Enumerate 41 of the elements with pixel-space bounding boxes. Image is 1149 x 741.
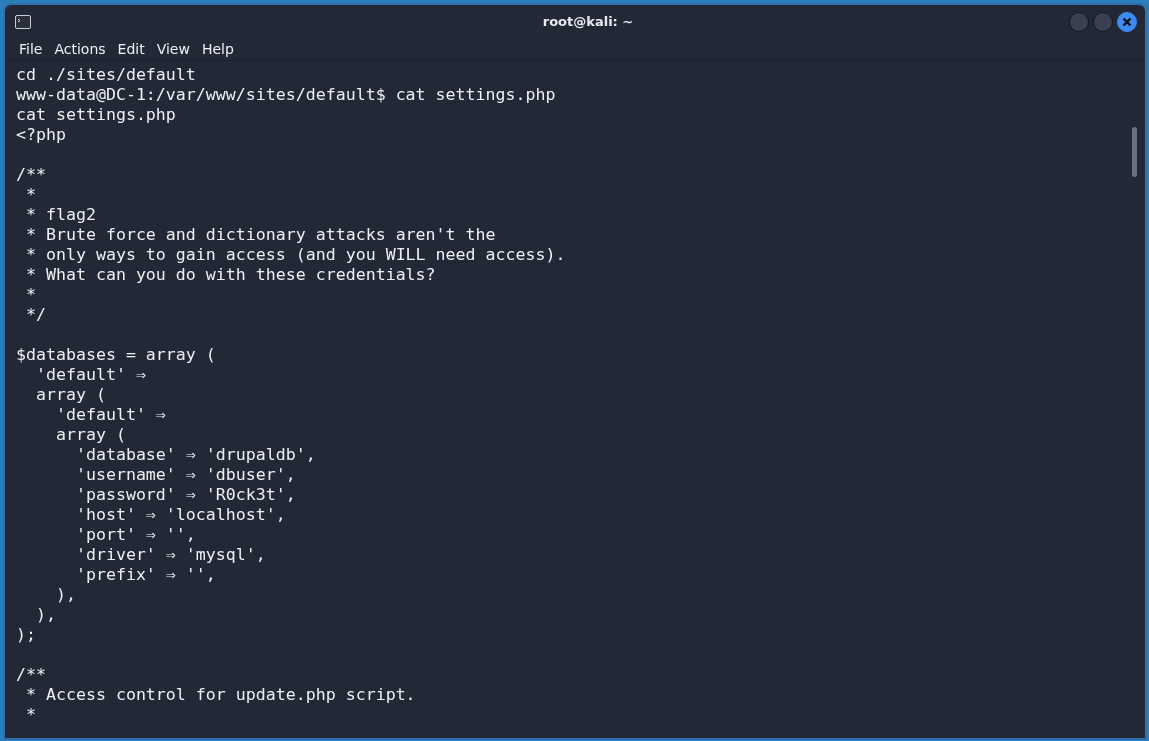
terminal-line: 'default' ⇒ (34, 365, 147, 385)
terminal-line: <?php (16, 125, 67, 145)
menu-item[interactable]: View (150, 39, 196, 60)
window-title: root@kali: ~ (541, 13, 635, 32)
menu-item[interactable]: Help (195, 39, 240, 60)
close-icon (1122, 17, 1132, 27)
terminal-line: * (25, 285, 37, 305)
terminal-line: * (25, 705, 37, 725)
terminal-line: * Access control for update.php script. (25, 685, 417, 705)
terminal-line: /** (16, 165, 47, 185)
terminal-line: 'driver' ⇒ 'mysql', (74, 545, 267, 565)
terminal-line: * What can you do with these credentials? (25, 265, 437, 285)
terminal-line: * (25, 185, 37, 205)
terminal-line: 'password' ⇒ 'R0ck3t', (74, 485, 297, 505)
terminal-line: 'prefix' ⇒ '', (74, 565, 217, 585)
terminal-icon (15, 15, 31, 29)
terminal-line: */ (25, 305, 47, 325)
terminal-line: 'default' ⇒ (54, 405, 167, 425)
terminal-line: /** (16, 665, 47, 685)
terminal-line: 'port' ⇒ '', (74, 525, 197, 545)
terminal-line: array ( (34, 385, 107, 405)
terminal-line: * only ways to gain access (and you WILL need access). (25, 245, 567, 265)
terminal-line: www-data@DC-1:/var/www/sites/default$ cat settings.php (16, 85, 557, 105)
menu-item[interactable]: File (13, 39, 49, 60)
terminal-line: array ( (54, 425, 127, 445)
menu-item[interactable]: Actions (48, 39, 112, 60)
terminal-line: 'host' ⇒ 'localhost', (74, 505, 287, 525)
terminal-line: ); (16, 625, 37, 645)
terminal-line: cd ./sites/default (16, 65, 197, 85)
terminal-line: 'database' ⇒ 'drupaldb', (74, 445, 317, 465)
minimize-button[interactable] (1069, 12, 1089, 32)
terminal-line: cat settings.php (16, 105, 177, 125)
scrollbar-thumb[interactable] (1132, 127, 1137, 177)
terminal-line: ), (54, 585, 77, 605)
terminal-line: * Brute force and dictionary attacks aren't the (25, 225, 497, 245)
terminal-line: ), (34, 605, 57, 625)
terminal-line: * flag2 (25, 205, 97, 225)
terminal-line: $databases = array ( (16, 345, 217, 365)
close-button[interactable] (1117, 12, 1137, 32)
menu-item[interactable]: Edit (111, 39, 151, 60)
terminal-line: 'username' ⇒ 'dbuser', (74, 465, 297, 485)
